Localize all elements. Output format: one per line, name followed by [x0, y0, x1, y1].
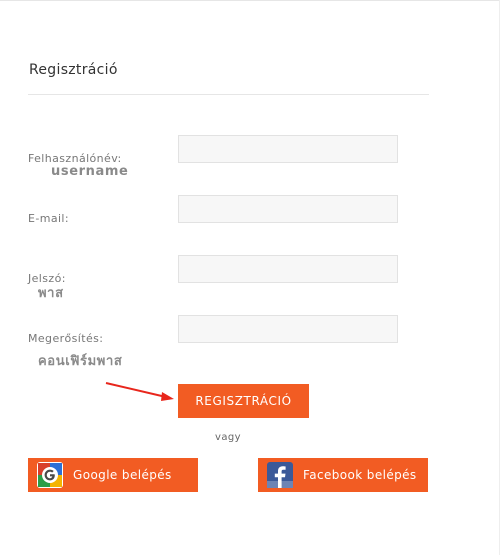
google-login-label: Google belépés: [73, 468, 172, 482]
password-annotation: พาส: [38, 286, 64, 301]
google-login-button[interactable]: Google belépés: [28, 458, 198, 492]
username-annotation: username: [51, 164, 129, 179]
username-input[interactable]: [178, 135, 398, 163]
password-input[interactable]: [178, 255, 398, 283]
page-title: Regisztráció: [29, 62, 118, 78]
or-separator: vagy: [215, 432, 241, 443]
right-border: [499, 0, 500, 555]
title-divider: [28, 94, 429, 95]
confirm-password-input[interactable]: [178, 315, 398, 343]
annotation-arrow-icon: [105, 382, 174, 401]
register-button[interactable]: REGISZTRÁCIÓ: [178, 384, 309, 418]
email-label: E-mail:: [28, 212, 69, 225]
facebook-login-label: Facebook belépés: [303, 468, 417, 482]
register-button-label: REGISZTRÁCIÓ: [195, 394, 292, 408]
facebook-icon: [267, 462, 293, 488]
confirm-label: Megerősítés:: [28, 332, 104, 345]
google-icon: [37, 462, 63, 488]
email-input[interactable]: [178, 195, 398, 223]
facebook-login-button[interactable]: Facebook belépés: [258, 458, 428, 492]
confirm-annotation: คอนเฟิร์มพาส: [38, 354, 123, 369]
top-border: [0, 0, 500, 1]
